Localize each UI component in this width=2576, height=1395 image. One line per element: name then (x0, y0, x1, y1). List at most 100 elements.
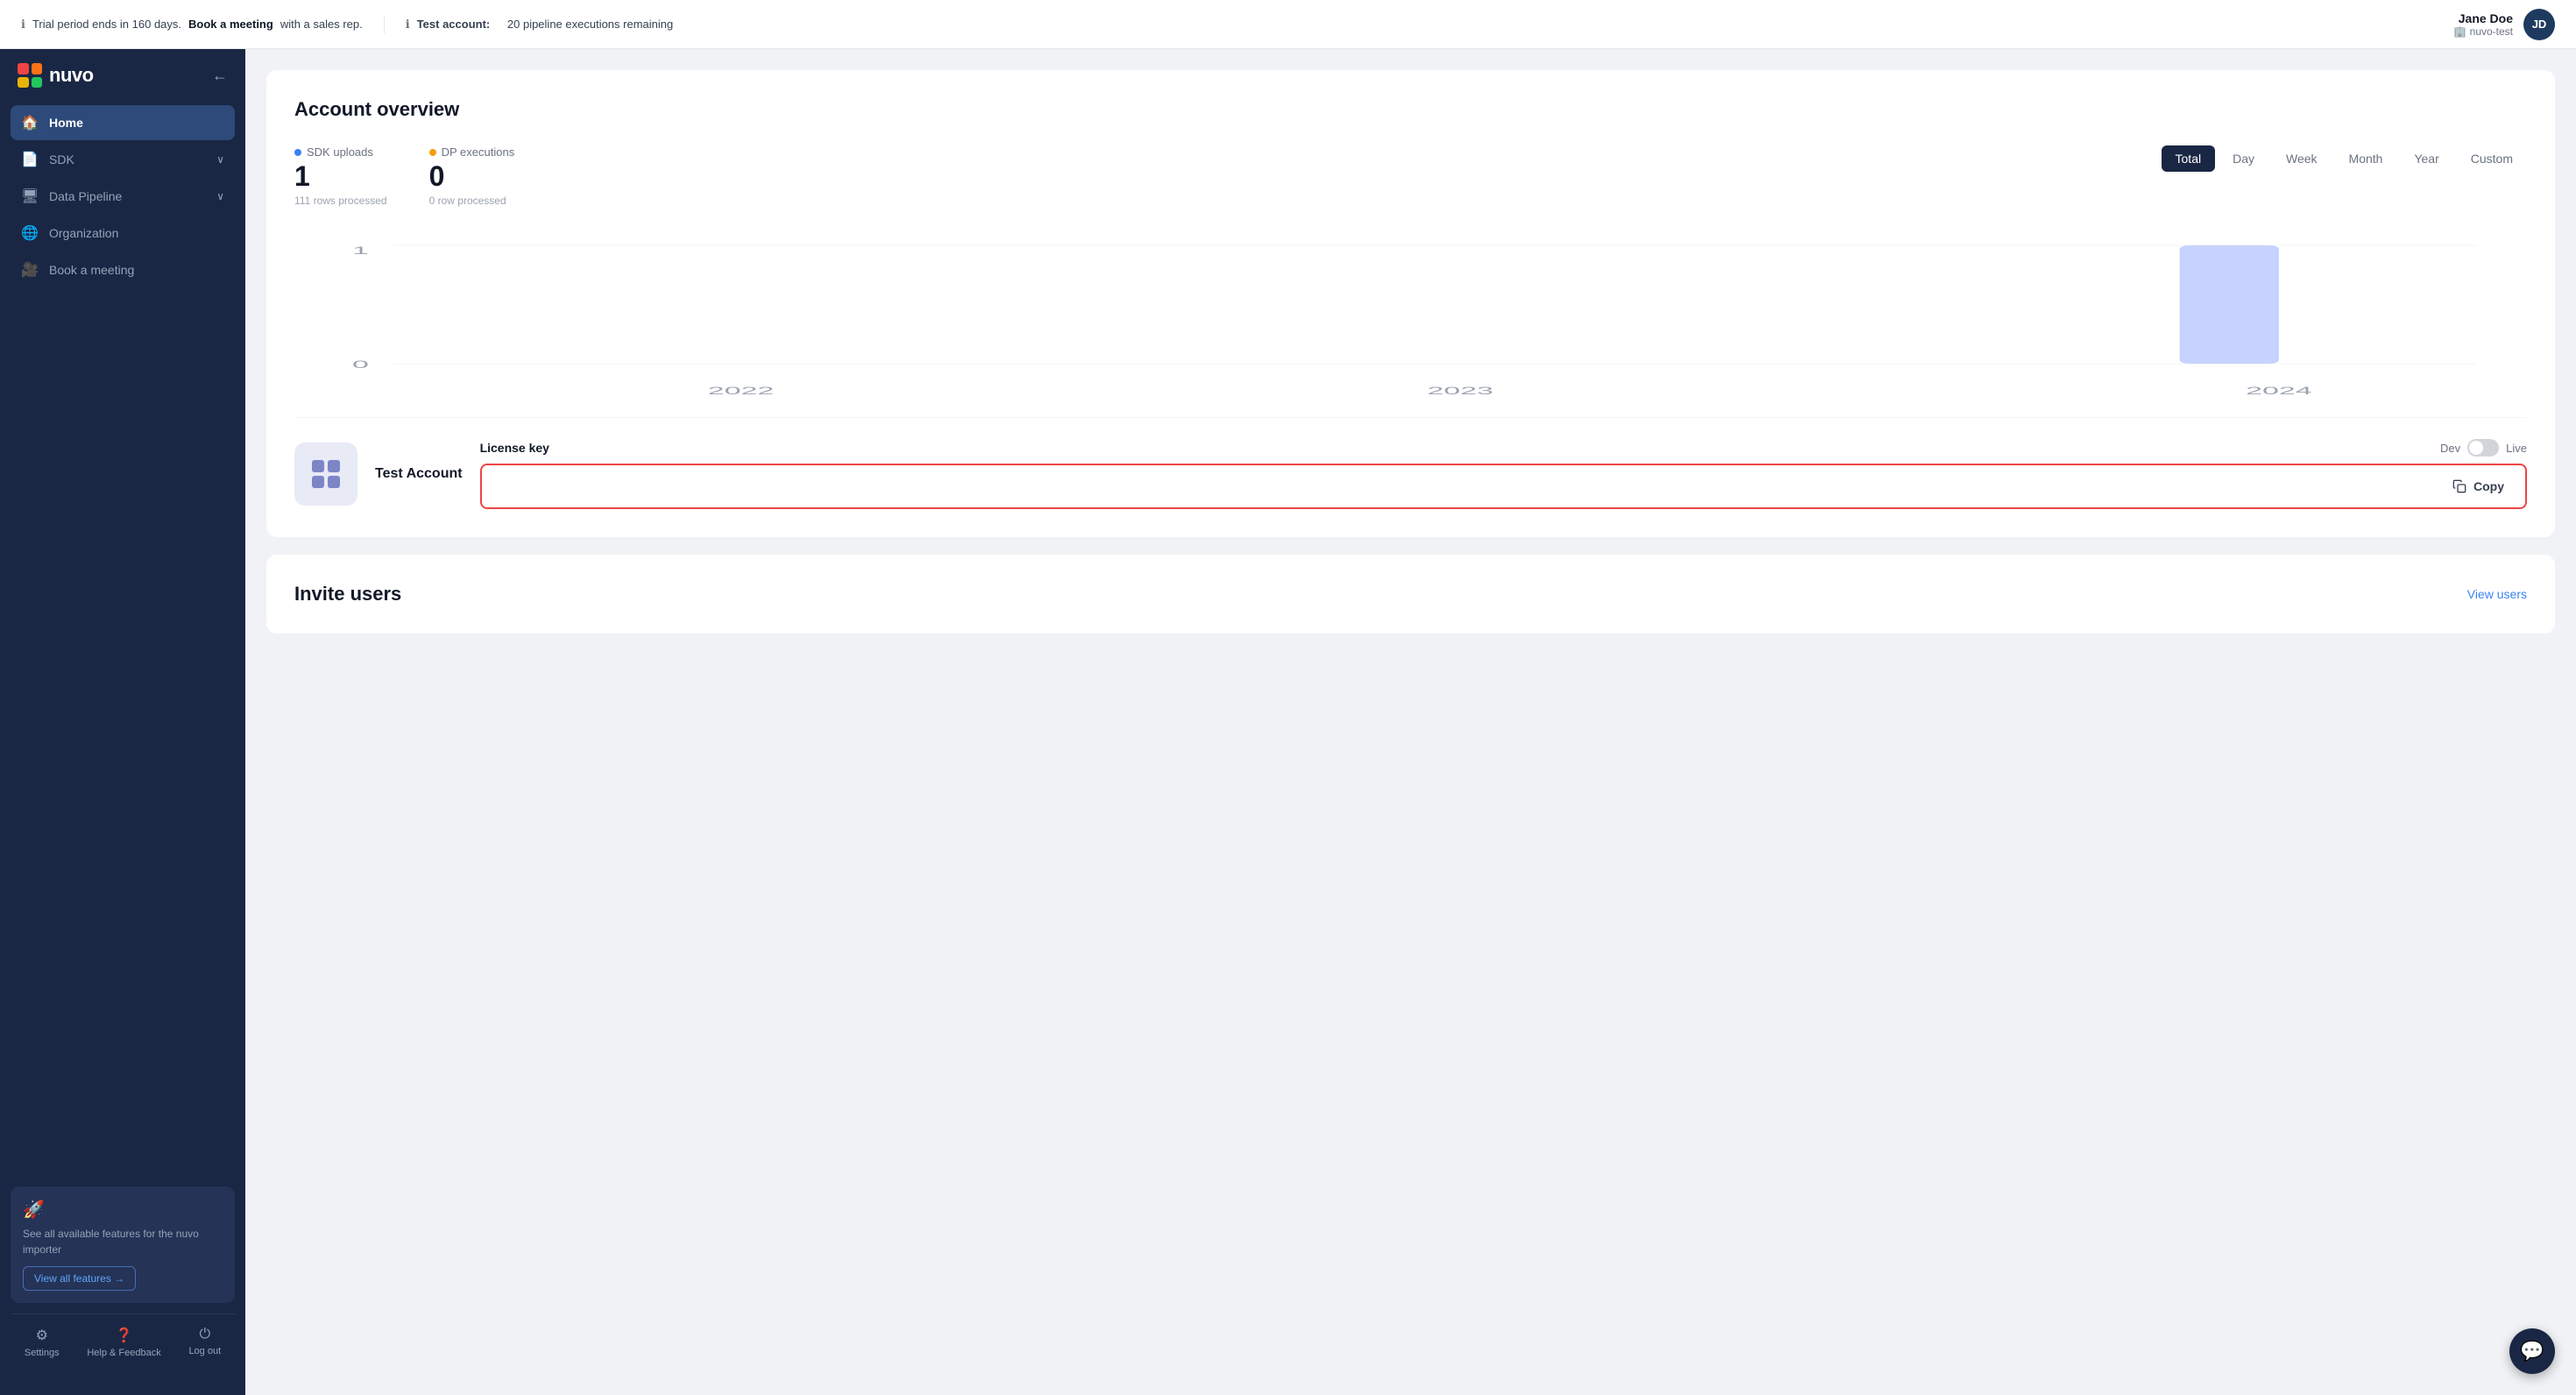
filter-day-button[interactable]: Day (2219, 145, 2268, 172)
sidebar-logo: nuvo ← (0, 63, 245, 105)
organization-icon: 🌐 (21, 224, 39, 242)
dp-dot (429, 149, 436, 156)
view-all-features-button[interactable]: View all features → (23, 1266, 136, 1291)
copy-label: Copy (2473, 479, 2504, 493)
trial-text: Trial period ends in 160 days. (32, 18, 181, 31)
sdk-uploads-stat: SDK uploads 1 111 rows processed (294, 145, 387, 207)
topbar: ℹ Trial period ends in 160 days. Book a … (0, 0, 2576, 49)
live-label: Live (2506, 442, 2527, 455)
dev-label: Dev (2440, 442, 2460, 455)
topbar-user-area: Jane Doe 🏢 nuvo-test JD (2453, 9, 2555, 40)
book-meeting-link[interactable]: Book a meeting (188, 18, 273, 31)
chart-svg: 1 0 2022 2023 2024 (294, 228, 2527, 403)
home-icon: 🏠 (21, 114, 39, 131)
filter-month-button[interactable]: Month (2335, 145, 2397, 172)
topbar-separator (384, 16, 385, 33)
logout-nav-item[interactable]: ⏻ Log out (180, 1321, 230, 1363)
copy-icon (2452, 479, 2466, 493)
data-pipeline-icon: 🖥 (21, 188, 39, 205)
logo-sq-orange (32, 63, 43, 74)
trial-notice: ℹ Trial period ends in 160 days. Book a … (21, 18, 363, 32)
dp-executions-label: DP executions (429, 145, 515, 159)
license-key-label: License key (480, 441, 549, 455)
svg-text:0: 0 (352, 359, 369, 371)
invite-users-header: Invite users View users (294, 583, 2527, 605)
sdk-uploads-sub: 111 rows processed (294, 195, 387, 207)
sdk-dot (294, 149, 301, 156)
dp-executions-sub: 0 row processed (429, 195, 515, 207)
test-account-notice: ℹ Test account: 20 pipeline executions r… (406, 18, 674, 32)
help-label: Help & Feedback (87, 1348, 160, 1358)
trial-suffix: with a sales rep. (280, 18, 363, 31)
main-content: Account overview SDK uploads 1 111 rows … (245, 49, 2576, 1395)
dev-live-toggle[interactable] (2467, 439, 2499, 457)
sidebar-bottom-nav: ⚙ Settings ❓ Help & Feedback ⏻ Log out (11, 1314, 235, 1370)
avatar[interactable]: JD (2523, 9, 2555, 40)
sidebar-item-organization[interactable]: 🌐 Organization (11, 216, 235, 251)
sdk-icon: 📄 (21, 151, 39, 168)
filter-year-button[interactable]: Year (2400, 145, 2452, 172)
invite-users-card: Invite users View users (266, 555, 2555, 634)
filter-total-button[interactable]: Total (2162, 145, 2216, 172)
sidebar-item-organization-label: Organization (49, 226, 118, 240)
sidebar-item-home[interactable]: 🏠 Home (11, 105, 235, 140)
sidebar-item-data-pipeline[interactable]: 🖥 Data Pipeline ∨ (11, 179, 235, 214)
logo-squares (18, 63, 42, 88)
settings-icon: ⚙ (36, 1327, 48, 1344)
test-account-bold: Test account: (417, 18, 491, 31)
sidebar-item-book-meeting-label: Book a meeting (49, 263, 134, 277)
filter-week-button[interactable]: Week (2272, 145, 2332, 172)
toggle-knob (2469, 441, 2483, 455)
filter-custom-button[interactable]: Custom (2457, 145, 2527, 172)
license-key-area: License key Dev Live (480, 439, 2527, 509)
chat-bubble-button[interactable]: 💬 (2509, 1328, 2555, 1374)
help-nav-item[interactable]: ❓ Help & Feedback (78, 1321, 169, 1363)
user-org: 🏢 nuvo-test (2453, 25, 2513, 38)
sidebar: nuvo ← 🏠 Home 📄 SDK ∨ 🖥 Data Pipeline ∨ … (0, 49, 245, 1395)
chart-container: 1 0 2022 2023 2024 (294, 228, 2527, 403)
settings-label: Settings (25, 1348, 60, 1358)
logo-sq-green (32, 77, 43, 89)
account-grid-icon (310, 458, 342, 490)
sidebar-item-book-meeting[interactable]: 🎥 Book a meeting (11, 252, 235, 287)
account-overview-title: Account overview (294, 98, 2527, 121)
svg-text:2024: 2024 (2246, 386, 2312, 397)
svg-text:1: 1 (352, 245, 369, 257)
app-body: nuvo ← 🏠 Home 📄 SDK ∨ 🖥 Data Pipeline ∨ … (0, 49, 2576, 1395)
view-users-link[interactable]: View users (2467, 587, 2527, 601)
invite-users-title: Invite users (294, 583, 401, 605)
account-name: Test Account (375, 466, 463, 482)
logo-brand: nuvo (49, 64, 94, 87)
sidebar-item-sdk[interactable]: 📄 SDK ∨ (11, 142, 235, 177)
sidebar-collapse-button[interactable]: ← (212, 67, 228, 85)
sdk-chevron-icon: ∨ (216, 153, 224, 166)
org-icon: 🏢 (2453, 25, 2466, 38)
copy-license-key-button[interactable]: Copy (2445, 476, 2511, 497)
logout-icon: ⏻ (199, 1327, 210, 1342)
license-key-box: Copy (480, 464, 2527, 509)
sidebar-footer: 🚀 See all available features for the nuv… (0, 1176, 245, 1381)
account-name-text: Test Account (375, 466, 463, 481)
dp-executions-stat: DP executions 0 0 row processed (429, 145, 515, 207)
license-section: Test Account License key Dev Live (294, 417, 2527, 509)
book-meeting-icon: 🎥 (21, 261, 39, 279)
user-info: Jane Doe 🏢 nuvo-test (2453, 11, 2513, 38)
test-account-text: 20 pipeline executions remaining (507, 18, 673, 31)
svg-text:2022: 2022 (708, 386, 775, 397)
sdk-uploads-value: 1 (294, 160, 387, 193)
logo: nuvo (18, 63, 94, 88)
info-icon-2: ℹ (406, 18, 410, 32)
logout-label: Log out (188, 1346, 221, 1356)
sidebar-item-data-pipeline-label: Data Pipeline (49, 189, 122, 203)
sidebar-item-sdk-label: SDK (49, 152, 74, 166)
dev-live-toggle-row: Dev Live (2440, 439, 2527, 457)
user-name: Jane Doe (2459, 11, 2513, 25)
data-pipeline-chevron-icon: ∨ (216, 190, 224, 202)
chat-icon: 💬 (2520, 1340, 2544, 1363)
account-icon-box (294, 443, 357, 506)
stats-row: SDK uploads 1 111 rows processed DP exec… (294, 145, 2527, 207)
settings-nav-item[interactable]: ⚙ Settings (16, 1321, 68, 1363)
account-overview-card: Account overview SDK uploads 1 111 rows … (266, 70, 2555, 537)
promo-box: 🚀 See all available features for the nuv… (11, 1186, 235, 1303)
help-icon: ❓ (116, 1327, 133, 1344)
